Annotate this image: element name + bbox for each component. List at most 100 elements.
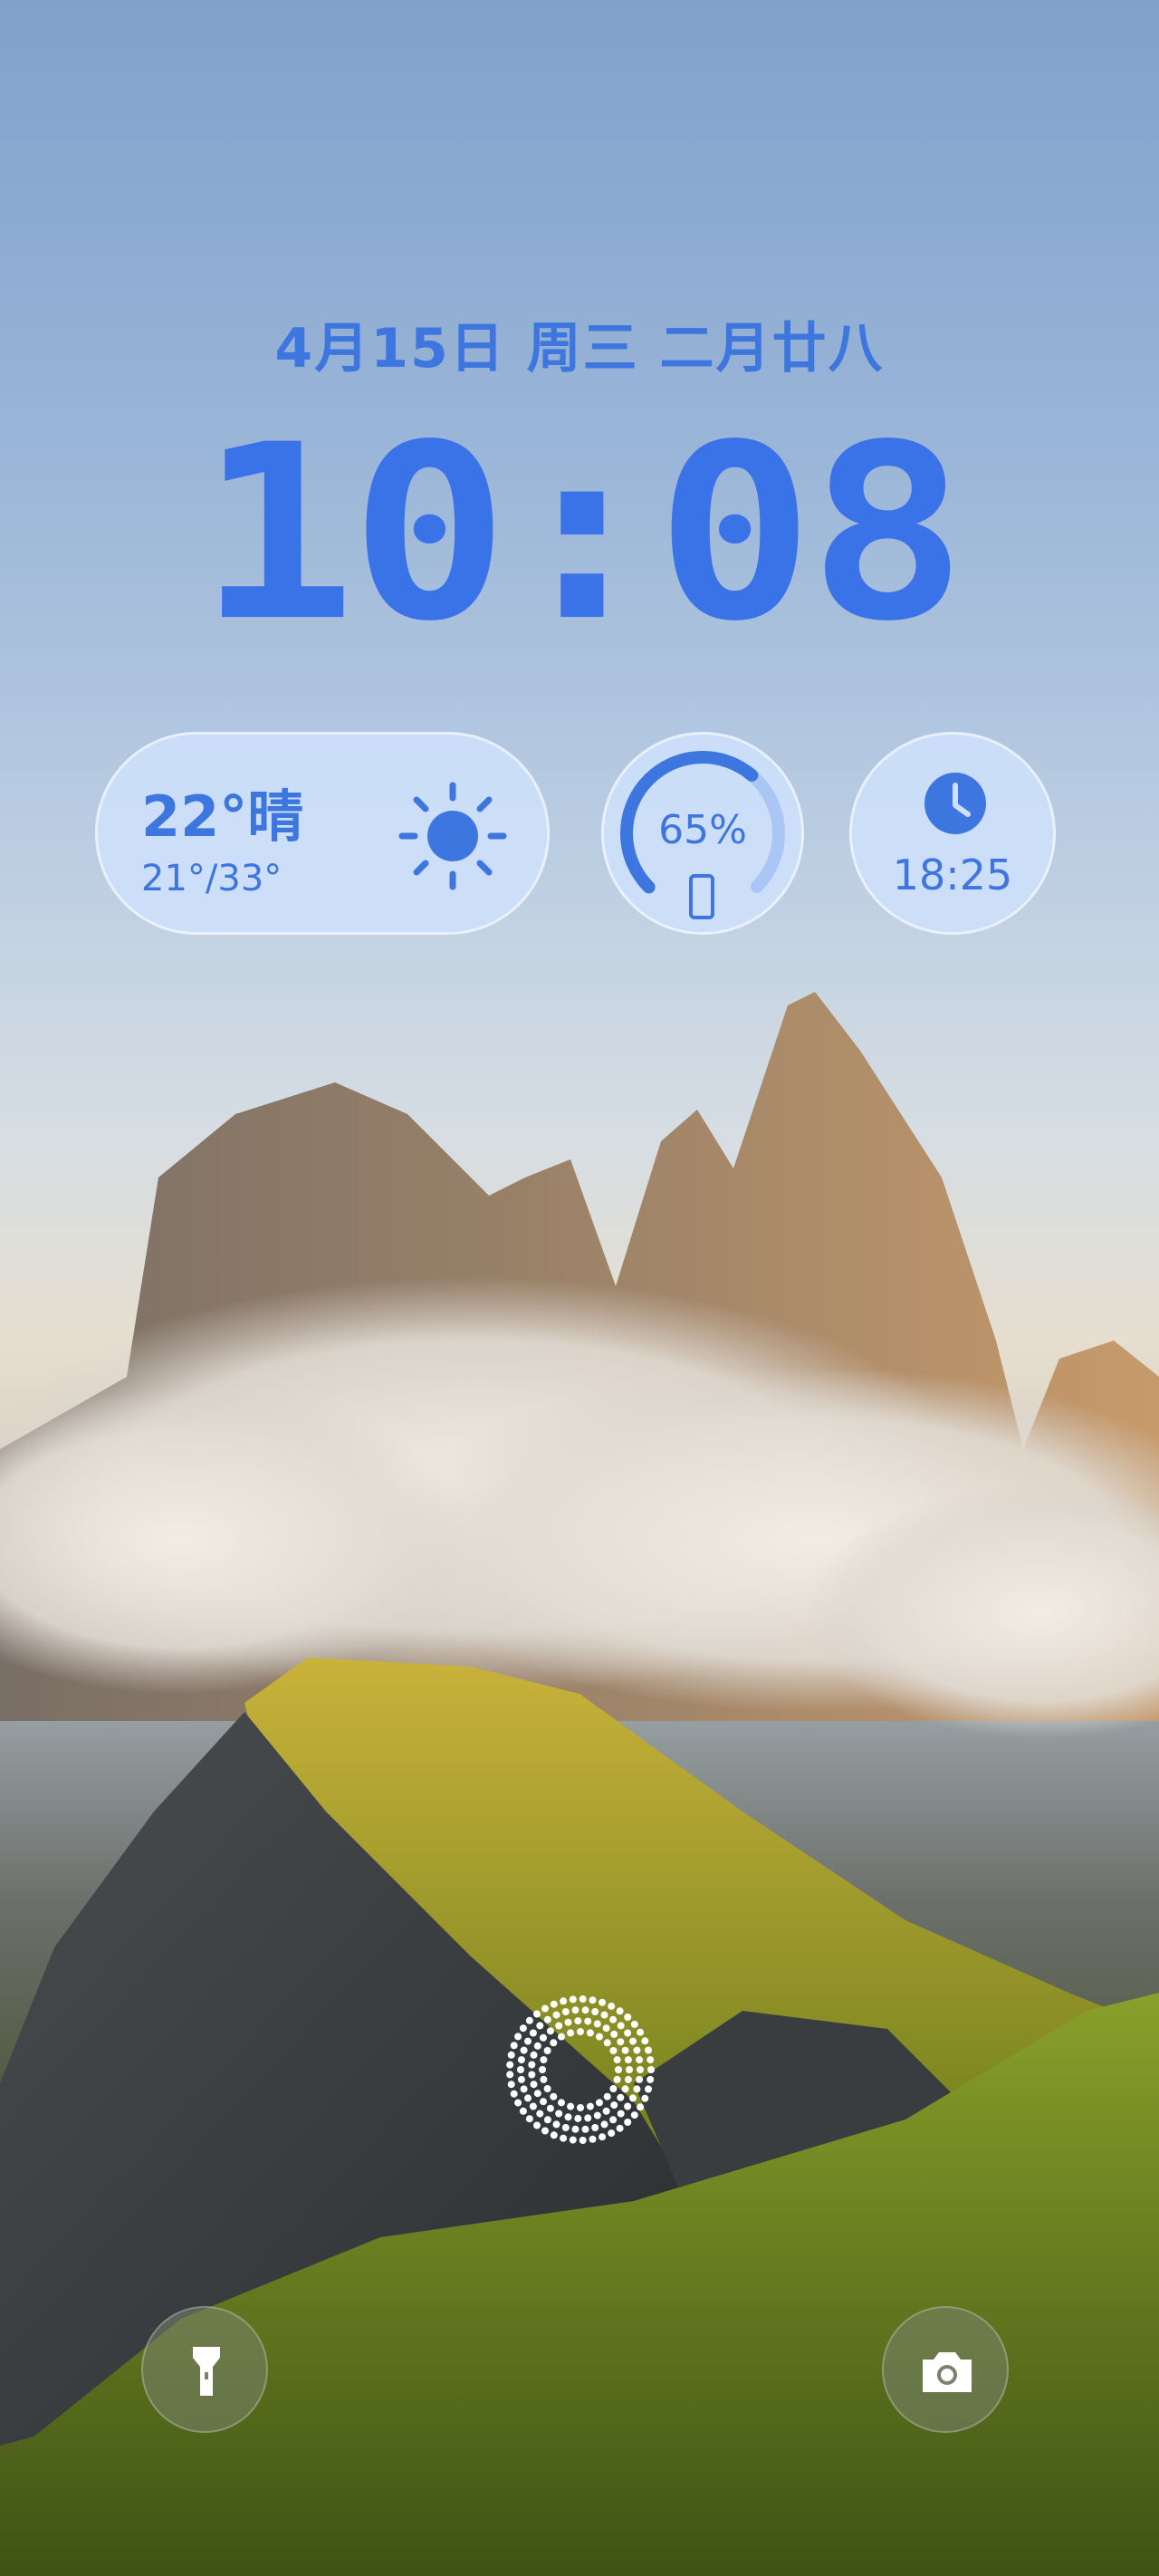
- fingerprint-dot: [507, 2081, 515, 2089]
- fingerprint-dot: [546, 2027, 554, 2035]
- fingerprint-dot: [561, 2008, 570, 2015]
- fingerprint-icon[interactable]: [503, 1993, 657, 2147]
- fingerprint-dot: [510, 2090, 518, 2098]
- fingerprint-dot: [593, 2111, 601, 2119]
- fingerprint-dot: [533, 2042, 541, 2050]
- sun-icon: [398, 782, 507, 890]
- fingerprint-dot: [530, 2051, 538, 2059]
- fingerprint-dot: [641, 2094, 649, 2102]
- fingerprint-dot: [589, 1996, 597, 2004]
- fingerprint-dot: [617, 2093, 625, 2101]
- fingerprint-dot: [596, 2033, 603, 2041]
- fingerprint-dot: [506, 2071, 514, 2079]
- fingerprint-dot: [550, 2092, 558, 2100]
- fingerprint-dot: [600, 2011, 608, 2019]
- fingerprint-dot: [560, 1997, 568, 2005]
- fingerprint-dot: [510, 2042, 518, 2050]
- fingerprint-dot: [543, 2047, 551, 2054]
- fingerprint-dot: [529, 2029, 537, 2037]
- fingerprint-dot: [536, 2110, 544, 2118]
- fingerprint-dot: [536, 2022, 544, 2030]
- fingerprint-dot: [569, 2136, 577, 2144]
- fingerprint-dot: [514, 2099, 522, 2107]
- fingerprint-dot: [603, 2039, 611, 2047]
- fingerprint-dot: [574, 2017, 582, 2025]
- weather-range: 21°/33°: [141, 858, 283, 899]
- fingerprint-dot: [617, 2038, 625, 2046]
- fingerprint-dot: [567, 2102, 575, 2110]
- fingerprint-dot: [613, 2056, 621, 2064]
- fingerprint-dot: [517, 2056, 525, 2064]
- weather-current: 22°晴: [141, 783, 304, 850]
- fingerprint-dot: [609, 2085, 618, 2092]
- fingerprint-dot: [621, 2085, 629, 2093]
- fingerprint-dot: [593, 2020, 601, 2028]
- camera-button[interactable]: [882, 2306, 1009, 2433]
- fingerprint-dot: [540, 2075, 548, 2083]
- fingerprint-dot: [571, 2006, 580, 2014]
- fingerprint-dot: [645, 2046, 652, 2054]
- fingerprint-dot: [539, 2066, 546, 2073]
- fingerprint-dot: [552, 2120, 560, 2129]
- fingerprint-dot: [609, 2116, 618, 2124]
- fingerprint-dot: [591, 2124, 599, 2131]
- fingerprint-dot: [602, 2107, 610, 2115]
- fingerprint-dot: [629, 2094, 637, 2102]
- fingerprint-dot: [524, 2037, 532, 2045]
- fingerprint-dot: [610, 2101, 618, 2110]
- fingerprint-dot: [624, 2014, 632, 2021]
- fingerprint-dot: [541, 2004, 549, 2013]
- fingerprint-dot: [636, 2075, 644, 2083]
- fingerprint-dot: [546, 2104, 554, 2112]
- fingerprint-dot: [517, 2075, 525, 2083]
- fingerprint-dot: [530, 2081, 538, 2089]
- fingerprint-dot: [647, 2066, 655, 2073]
- fingerprint-dot: [584, 2017, 592, 2025]
- fingerprint-dot: [550, 2131, 558, 2139]
- fingerprint-dot: [602, 2024, 610, 2033]
- fingerprint-dot: [524, 2094, 532, 2102]
- fingerprint-dot: [579, 2137, 587, 2144]
- fingerprint-dot: [603, 2092, 611, 2100]
- fingerprint-dot: [637, 2028, 645, 2036]
- weather-widget[interactable]: 22°晴 21°/33°: [95, 732, 550, 935]
- battery-widget[interactable]: 65%: [601, 732, 804, 935]
- fingerprint-dot: [577, 2028, 584, 2035]
- fingerprint-dot: [647, 2075, 655, 2083]
- fingerprint-dot: [567, 2029, 575, 2037]
- fingerprint-dot: [560, 2134, 568, 2142]
- fingerprint-dot: [581, 2006, 589, 2014]
- phone-icon: [689, 874, 714, 919]
- fingerprint-dot: [599, 1998, 607, 2006]
- flashlight-icon: [193, 2347, 220, 2396]
- fingerprint-dot: [636, 2056, 644, 2064]
- fingerprint-dot: [629, 2037, 637, 2045]
- battery-percent: 65%: [658, 807, 747, 853]
- fingerprint-dot: [616, 2124, 624, 2132]
- fingerprint-dot: [610, 2030, 618, 2038]
- fingerprint-dot: [630, 2020, 638, 2028]
- fingerprint-dot: [550, 2039, 558, 2047]
- fingerprint-dot: [641, 2037, 649, 2045]
- camera-icon: [923, 2352, 972, 2392]
- flashlight-button[interactable]: [141, 2306, 268, 2433]
- fingerprint-dot: [533, 2010, 541, 2018]
- fingerprint-dot: [506, 2061, 514, 2069]
- alarm-widget[interactable]: 18:25: [849, 732, 1056, 935]
- fingerprint-dot: [633, 2085, 641, 2093]
- clock-icon: [924, 773, 986, 834]
- fingerprint-dot: [577, 2104, 584, 2111]
- fingerprint-dot: [529, 2102, 537, 2110]
- fingerprint-dot: [616, 2007, 624, 2015]
- fingerprint-dot: [507, 2051, 515, 2059]
- lock-screen: 4月15日 周三 二月廿八 10:08 22°晴 21°/33° 65% 18:…: [0, 0, 1159, 2576]
- fingerprint-dot: [533, 2121, 541, 2129]
- fingerprint-dot: [574, 2114, 582, 2122]
- fingerprint-dot: [637, 2103, 645, 2111]
- fingerprint-dot: [558, 2099, 565, 2107]
- fingerprint-dot: [569, 1995, 577, 2004]
- fingerprint-dot: [541, 2127, 549, 2135]
- fingerprint-dot: [609, 2047, 618, 2054]
- fingerprint-dot: [617, 2022, 625, 2030]
- fingerprint-dot: [525, 2016, 533, 2024]
